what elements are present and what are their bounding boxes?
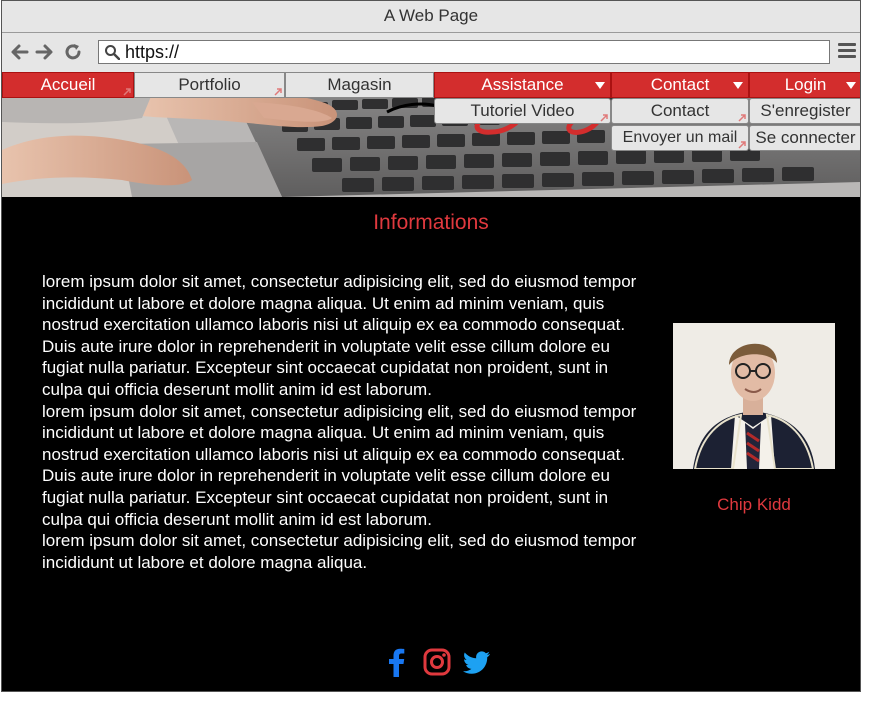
- nav-portfolio-label: Portfolio: [178, 75, 241, 94]
- nav-magasin[interactable]: Magasin: [285, 72, 434, 98]
- reload-icon[interactable]: [62, 41, 84, 63]
- link-cursor-icon: [738, 141, 746, 149]
- submenu-se-connecter-label: Se connecter: [755, 128, 856, 147]
- instagram-icon[interactable]: [422, 647, 452, 677]
- submenu-envoyer-mail-label: Envoyer un mail: [622, 129, 738, 146]
- nav-contact[interactable]: Contact: [611, 72, 749, 98]
- nav-assistance[interactable]: Assistance: [434, 72, 611, 98]
- address-bar[interactable]: https://: [98, 40, 830, 64]
- chevron-down-icon: [846, 82, 856, 89]
- link-cursor-icon: [738, 114, 746, 122]
- profile-name: Chip Kidd: [717, 495, 791, 514]
- forward-icon[interactable]: [33, 41, 55, 63]
- submenu-contact[interactable]: Contact: [611, 98, 749, 124]
- submenu-senregister-label: S'enregister: [760, 101, 851, 120]
- url-text: https://: [125, 42, 180, 62]
- browser-window: A Web Page https:// Accueil Portfolio Ma…: [1, 0, 861, 692]
- submenu-tutoriel-video-label: Tutoriel Video: [470, 101, 575, 120]
- link-cursor-icon: [123, 88, 131, 96]
- portrait-image: [673, 323, 835, 469]
- nav-login-label: Login: [784, 75, 827, 94]
- nav-accueil-label: Accueil: [40, 75, 96, 94]
- submenu-contact-label: Contact: [650, 101, 710, 120]
- browser-toolbar: https://: [2, 33, 860, 72]
- submenu-envoyer-mail[interactable]: Envoyer un mail: [611, 125, 749, 151]
- window-title: A Web Page: [2, 1, 860, 33]
- page-heading: Informations: [373, 211, 489, 234]
- paragraph: lorem ipsum dolor sit amet, consectetur …: [42, 272, 637, 399]
- submenu-se-connecter[interactable]: Se connecter: [749, 125, 860, 151]
- article-text: lorem ipsum dolor sit amet, consectetur …: [42, 271, 642, 593]
- nav-accueil[interactable]: Accueil: [2, 72, 134, 98]
- link-cursor-icon: [274, 88, 282, 96]
- nav-contact-label: Contact: [650, 75, 710, 94]
- twitter-icon[interactable]: [462, 647, 492, 677]
- link-cursor-icon: [600, 114, 608, 122]
- search-icon: [105, 45, 120, 60]
- chevron-down-icon: [733, 82, 743, 89]
- chevron-down-icon: [595, 82, 605, 89]
- hamburger-menu-icon[interactable]: [838, 43, 856, 61]
- nav-portfolio[interactable]: Portfolio: [134, 72, 285, 98]
- submenu-senregister[interactable]: S'enregister: [749, 98, 860, 124]
- nav-login[interactable]: Login: [749, 72, 860, 98]
- nav-assistance-label: Assistance: [481, 75, 564, 94]
- paragraph: lorem ipsum dolor sit amet, consectetur …: [42, 401, 637, 529]
- submenu-tutoriel-video[interactable]: Tutoriel Video: [434, 98, 611, 124]
- facebook-icon[interactable]: [382, 647, 412, 677]
- paragraph: lorem ipsum dolor sit amet, consectetur …: [42, 531, 637, 572]
- main-content: Informations lorem ipsum dolor sit amet,…: [2, 197, 860, 691]
- profile-photo: [673, 323, 835, 469]
- nav-magasin-label: Magasin: [327, 75, 392, 94]
- back-icon[interactable]: [9, 41, 31, 63]
